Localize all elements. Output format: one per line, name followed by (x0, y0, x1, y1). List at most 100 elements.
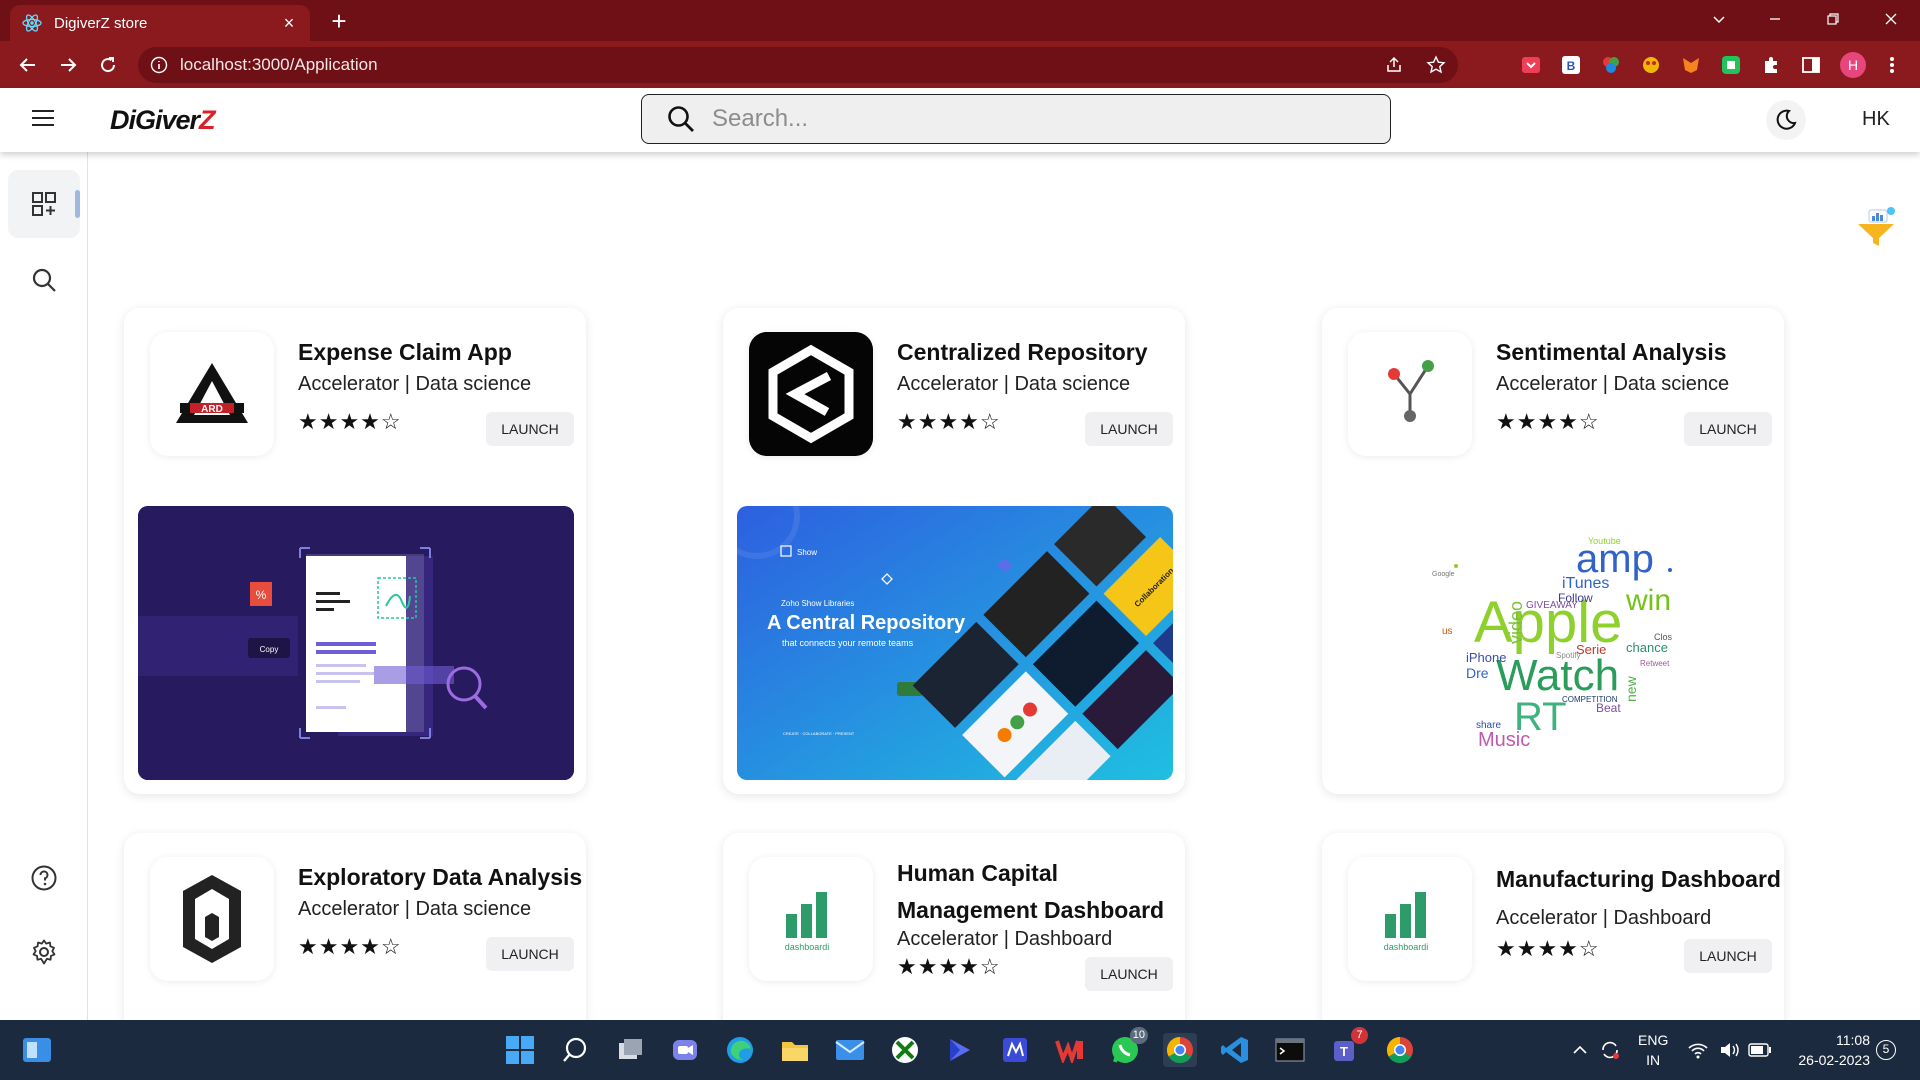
file-explorer-icon[interactable] (778, 1033, 812, 1067)
active-indicator (75, 190, 80, 218)
wordcloud-word: GIVEAWAY (1526, 600, 1578, 611)
whatsapp-icon[interactable]: 10 (1108, 1027, 1148, 1067)
browser-profile-avatar[interactable]: H (1840, 52, 1866, 78)
svg-text:%: % (256, 588, 267, 602)
color-extension-icon[interactable] (1599, 53, 1623, 77)
widgets-icon[interactable] (20, 1033, 54, 1067)
battery-icon[interactable] (1742, 1033, 1778, 1067)
wordcloud-word: Google (1432, 571, 1455, 578)
share-icon[interactable] (1384, 55, 1404, 75)
task-view-icon[interactable] (613, 1033, 647, 1067)
language-indicator[interactable]: ENG IN (1638, 1030, 1668, 1070)
mail-icon[interactable] (833, 1033, 867, 1067)
sidebar-item-applications[interactable] (8, 170, 80, 238)
terminal-icon[interactable] (1273, 1033, 1307, 1067)
green-extension-icon[interactable] (1719, 53, 1743, 77)
taskbar-search-icon[interactable] (558, 1033, 592, 1067)
close-window-icon[interactable] (1868, 0, 1914, 38)
metamask-extension-icon[interactable] (1679, 53, 1703, 77)
wordcloud-word: Music (1478, 729, 1530, 751)
back-icon[interactable] (12, 49, 44, 81)
address-bar[interactable]: localhost:3000/Application (138, 47, 1458, 83)
teams-chat-icon[interactable] (668, 1033, 702, 1067)
sync-icon[interactable] (1592, 1033, 1628, 1067)
app-category: Accelerator | Dashboard (1496, 907, 1712, 929)
wordcloud-word: Retweet (1640, 659, 1670, 668)
bug-extension-icon[interactable] (1639, 53, 1663, 77)
tab-title: DigiverZ store (54, 14, 148, 32)
gear-icon (32, 939, 56, 965)
wps-office-icon[interactable] (1053, 1033, 1087, 1067)
sidebar-item-settings[interactable] (8, 918, 80, 986)
repo-subtitle: Zoho Show Libraries (781, 599, 854, 608)
wordcloud-word: Dre (1466, 665, 1489, 681)
notification-count-badge[interactable]: 5 (1876, 1040, 1896, 1060)
new-tab-button[interactable]: + (325, 7, 353, 35)
app-card-exploratory-data-analysis: Exploratory Data Analysis Accelerator | … (124, 833, 586, 1033)
chrome-icon[interactable] (1163, 1033, 1197, 1067)
start-windows-icon[interactable] (503, 1033, 537, 1067)
forward-icon[interactable] (52, 49, 84, 81)
sidebar-item-help[interactable] (8, 844, 80, 912)
extensions-puzzle-icon[interactable] (1759, 53, 1783, 77)
browser-tab-strip: DigiverZ store × + (0, 0, 1920, 41)
star-rating: ★★★★☆ (298, 934, 402, 959)
svg-text:ARD: ARD (201, 404, 223, 415)
system-clock[interactable]: 11:08 26-02-2023 (1786, 1030, 1870, 1070)
expense-claim-logo: ARD (150, 332, 274, 456)
help-icon (31, 865, 57, 891)
sentimental-analysis-logo (1348, 332, 1472, 456)
browser-menu-icon[interactable] (1880, 53, 1904, 77)
app-category: Accelerator | Data science (298, 373, 532, 395)
pocket-extension-icon[interactable] (1519, 53, 1543, 77)
minimize-icon[interactable] (1752, 0, 1798, 38)
app-title: Human Capital Management Dashboard (897, 860, 1165, 923)
digiverz-logo[interactable]: DiGiverZ (110, 105, 216, 136)
app-m-icon[interactable] (998, 1033, 1032, 1067)
launch-button[interactable]: LAUNCH (1085, 957, 1173, 991)
svg-text:B: B (1567, 59, 1576, 73)
chrome-icon[interactable] (1383, 1033, 1417, 1067)
site-info-icon[interactable] (150, 56, 168, 74)
power-automate-icon[interactable] (943, 1033, 977, 1067)
launch-button[interactable]: LAUNCH (1684, 412, 1772, 446)
launch-button[interactable]: LAUNCH (486, 937, 574, 971)
menu-icon[interactable] (32, 110, 54, 128)
app-category: Accelerator | Dashboard (897, 928, 1113, 950)
teams-icon[interactable]: T7 (1328, 1027, 1368, 1067)
wordcloud-word: chance (1626, 640, 1668, 655)
filter-icon[interactable] (1856, 206, 1896, 250)
side-panel-icon[interactable] (1799, 53, 1823, 77)
bookmark-star-icon[interactable] (1426, 55, 1446, 75)
tab-search-icon[interactable] (1696, 0, 1742, 38)
browser-tab[interactable]: DigiverZ store × (10, 5, 310, 41)
launch-button[interactable]: LAUNCH (486, 412, 574, 446)
wordcloud-word: win (1625, 584, 1671, 617)
launch-button[interactable]: LAUNCH (1684, 939, 1772, 973)
wordcloud-word: Serie (1576, 642, 1606, 657)
edge-icon[interactable] (723, 1033, 757, 1067)
app-card-centralized-repository: Centralized Repository Accelerator | Dat… (723, 308, 1185, 794)
app-category: Accelerator | Data science (897, 373, 1131, 395)
app-card-manufacturing-dashboard: dashboardi Manufacturing Dashboard Accel… (1322, 833, 1784, 1033)
launch-button[interactable]: LAUNCH (1085, 412, 1173, 446)
xbox-icon[interactable] (888, 1033, 922, 1067)
wordcloud-word: iPhone (1466, 650, 1506, 665)
sidebar-item-search[interactable] (8, 246, 80, 314)
restore-icon[interactable] (1810, 0, 1856, 38)
dark-mode-toggle[interactable] (1766, 100, 1806, 140)
dashboard-logo-text: dashboardi (785, 942, 830, 952)
vscode-icon[interactable] (1218, 1033, 1252, 1067)
search-bar[interactable] (641, 94, 1391, 144)
react-favicon-icon (22, 13, 42, 33)
star-rating: ★★★★☆ (897, 954, 1001, 979)
user-avatar[interactable]: HK (1862, 108, 1890, 131)
app-category: Accelerator | Data science (298, 898, 532, 920)
reload-icon[interactable] (92, 49, 124, 81)
wifi-icon[interactable] (1680, 1033, 1716, 1067)
close-tab-icon[interactable]: × (280, 13, 298, 33)
url-text: localhost:3000/Application (180, 55, 378, 74)
b-extension-icon[interactable]: B (1559, 53, 1583, 77)
app-title: Expense Claim App (298, 339, 512, 365)
search-input[interactable] (712, 105, 1312, 133)
